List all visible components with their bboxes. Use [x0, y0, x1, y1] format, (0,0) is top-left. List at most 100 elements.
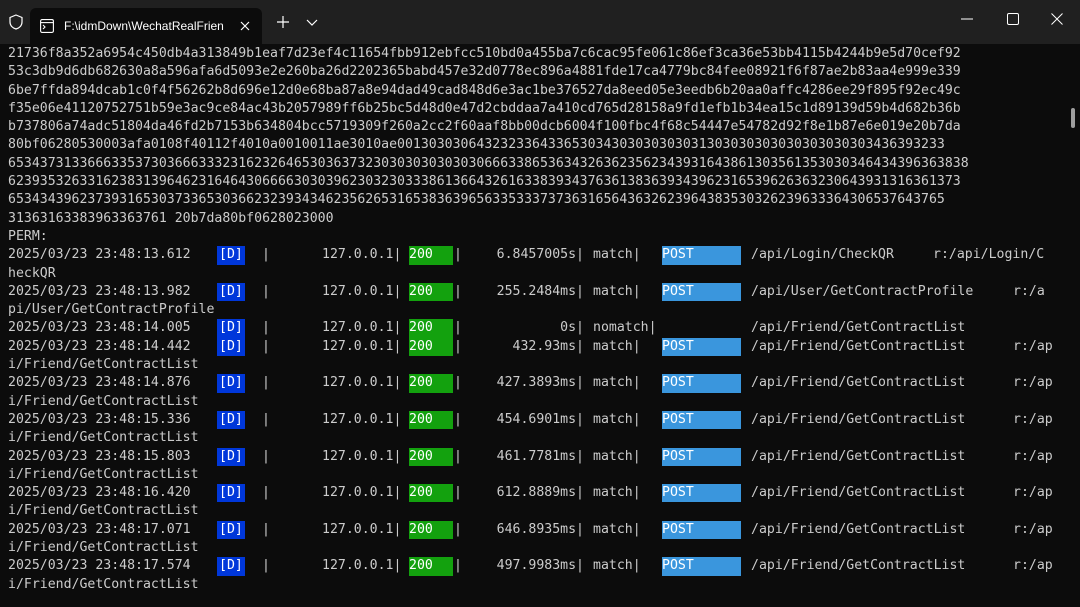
- log-timestamp: 2025/03/23 23:48:14.005: [8, 320, 191, 336]
- hex-line: b737806a74adc51804da46fd2b7153b634804bcc…: [8, 119, 961, 135]
- log-separator: |: [454, 247, 462, 263]
- log-route-continuation: i/Friend/GetContractList: [8, 393, 199, 409]
- log-duration: 461.7781ms|: [496, 448, 584, 464]
- log-row: 2025/03/23 23:48:14.876 [D] | 127.0.0.1| 200…: [8, 374, 1063, 393]
- log-match-status: match|: [593, 375, 641, 391]
- maximize-button[interactable]: [990, 0, 1036, 38]
- log-match-status: match|: [593, 247, 641, 263]
- log-separator: |: [454, 283, 462, 299]
- log-match-status: match|: [593, 558, 641, 574]
- hex-line: 6239353263316238313964623164643066663030…: [8, 174, 961, 190]
- log-path: /api/User/GetContractProfile: [751, 283, 974, 299]
- log-route-continuation: heckQR: [8, 265, 56, 281]
- log-row: 2025/03/23 23:48:17.071 [D] | 127.0.0.1| 200…: [8, 520, 1063, 540]
- log-path: /api/Friend/GetContractList: [751, 320, 966, 336]
- log-duration: 0s|: [560, 320, 584, 336]
- close-icon[interactable]: [236, 17, 254, 35]
- log-route-continuation: i/Friend/GetContractList: [8, 466, 199, 482]
- log-method-badge: POST: [662, 557, 741, 576]
- log-level-badge: [D]: [217, 484, 245, 503]
- log-row: 2025/03/23 23:48:13.982 [D] | 127.0.0.1| 200…: [8, 282, 1063, 302]
- close-window-button[interactable]: [1034, 0, 1080, 38]
- log-duration: 497.9983ms|: [496, 558, 584, 574]
- log-match-status: nomatch|: [593, 320, 657, 336]
- log-route-continuation: i/Friend/GetContractList: [8, 540, 199, 556]
- log-level-badge: [D]: [217, 557, 245, 576]
- log-duration: 427.3893ms|: [496, 375, 584, 391]
- minimize-button[interactable]: [944, 0, 990, 38]
- hex-line: 53c3db9d6db682630a8a596afa6d5093e2e260ba…: [8, 64, 961, 80]
- log-route-continuation: pi/User/GetContractProfile: [8, 302, 215, 318]
- log-path: /api/Friend/GetContractList: [751, 411, 966, 427]
- log-separator: |: [454, 521, 462, 537]
- log-timestamp: 2025/03/23 23:48:15.803: [8, 448, 191, 464]
- log-level-badge: [D]: [217, 447, 245, 466]
- log-timestamp: 2025/03/23 23:48:17.071: [8, 521, 191, 537]
- log-duration: 6.8457005s|: [496, 247, 584, 263]
- log-client-ip: 127.0.0.1|: [322, 338, 402, 354]
- shield-icon[interactable]: [8, 14, 24, 30]
- maximize-icon: [1007, 13, 1019, 25]
- log-status-badge: 200: [409, 410, 453, 430]
- log-row: 2025/03/23 23:48:14.442 [D] | 127.0.0.1| 200…: [8, 337, 1063, 357]
- log-route-continuation: i/Friend/GetContractList: [8, 576, 199, 592]
- terminal-output[interactable]: 21736f8a352a6954c450db4a313849b1eaf7d23e…: [8, 45, 1063, 605]
- log-status-badge: 200: [409, 337, 453, 357]
- hex-line: 6be7ffda894dcab1c0f4f56262b8d696e12d0e68…: [8, 82, 961, 98]
- log-status-badge: 200: [409, 447, 453, 466]
- log-level-badge: [D]: [217, 319, 245, 338]
- plus-icon[interactable]: [274, 13, 292, 31]
- log-method-badge: POST: [662, 410, 741, 430]
- log-path: /api/Friend/GetContractList: [751, 485, 966, 501]
- log-route-continuation: i/Friend/GetContractList: [8, 430, 199, 446]
- tab-title: F:\idmDown\WechatRealFrien: [64, 19, 224, 33]
- log-level-badge: [D]: [217, 246, 245, 265]
- log-method-badge: POST: [662, 484, 741, 503]
- log-method-badge: POST: [662, 374, 741, 393]
- log-match-status: match|: [593, 485, 641, 501]
- hex-line: f35e06e41120752751b59e3ac9ce84ac43b20579…: [8, 100, 961, 116]
- log-status-badge: 200: [409, 319, 453, 338]
- log-separator: |: [454, 320, 462, 336]
- log-method-badge: POST: [662, 282, 741, 302]
- log-level-badge: [D]: [217, 337, 245, 357]
- log-route: r:/ap: [1013, 558, 1053, 574]
- log-timestamp: 2025/03/23 23:48:15.336: [8, 411, 191, 427]
- log-route-continuation: i/Friend/GetContractList: [8, 503, 199, 519]
- log-match-status: match|: [593, 521, 641, 537]
- log-level-badge: [D]: [217, 374, 245, 393]
- log-client-ip: 127.0.0.1|: [322, 411, 402, 427]
- log-match-status: match|: [593, 448, 641, 464]
- log-row: 2025/03/23 23:48:14.005 [D] | 127.0.0.1| 200…: [8, 319, 1063, 338]
- log-separator: |: [262, 320, 270, 336]
- log-separator: |: [454, 448, 462, 464]
- log-route: r:/a: [1013, 283, 1045, 299]
- log-row: 2025/03/23 23:48:17.574 [D] | 127.0.0.1| 200…: [8, 557, 1063, 576]
- log-path: /api/Friend/GetContractList: [751, 375, 966, 391]
- log-route: r:/ap: [1013, 338, 1053, 354]
- log-path: /api/Friend/GetContractList: [751, 558, 966, 574]
- log-status-badge: 200: [409, 282, 453, 302]
- hex-line: 80bf06280530003afa0108f40112f4010a001001…: [8, 137, 945, 153]
- terminal-window: F:\idmDown\WechatRealFrien 21736f8a352a6…: [0, 0, 1080, 607]
- log-client-ip: 127.0.0.1|: [322, 283, 402, 299]
- log-method-badge: POST: [662, 337, 741, 357]
- minimize-icon: [961, 18, 973, 20]
- chevron-down-icon[interactable]: [304, 13, 320, 31]
- log-match-status: match|: [593, 338, 641, 354]
- log-separator: |: [262, 521, 270, 537]
- tab-terminal[interactable]: F:\idmDown\WechatRealFrien: [30, 8, 262, 44]
- log-client-ip: 127.0.0.1|: [322, 247, 402, 263]
- log-separator: |: [262, 558, 270, 574]
- log-row: 2025/03/23 23:48:15.803 [D] | 127.0.0.1| 200…: [8, 447, 1063, 466]
- scrollbar-thumb[interactable]: [1071, 108, 1075, 128]
- log-client-ip: 127.0.0.1|: [322, 521, 402, 537]
- log-client-ip: 127.0.0.1|: [322, 375, 402, 391]
- log-route: r:/api/Login/C: [933, 247, 1045, 263]
- log-status-badge: 200: [409, 557, 453, 576]
- log-separator: |: [454, 375, 462, 391]
- log-separator: |: [262, 411, 270, 427]
- log-path: /api/Friend/GetContractList: [751, 448, 966, 464]
- log-separator: |: [262, 247, 270, 263]
- log-duration: 432.93ms|: [512, 338, 584, 354]
